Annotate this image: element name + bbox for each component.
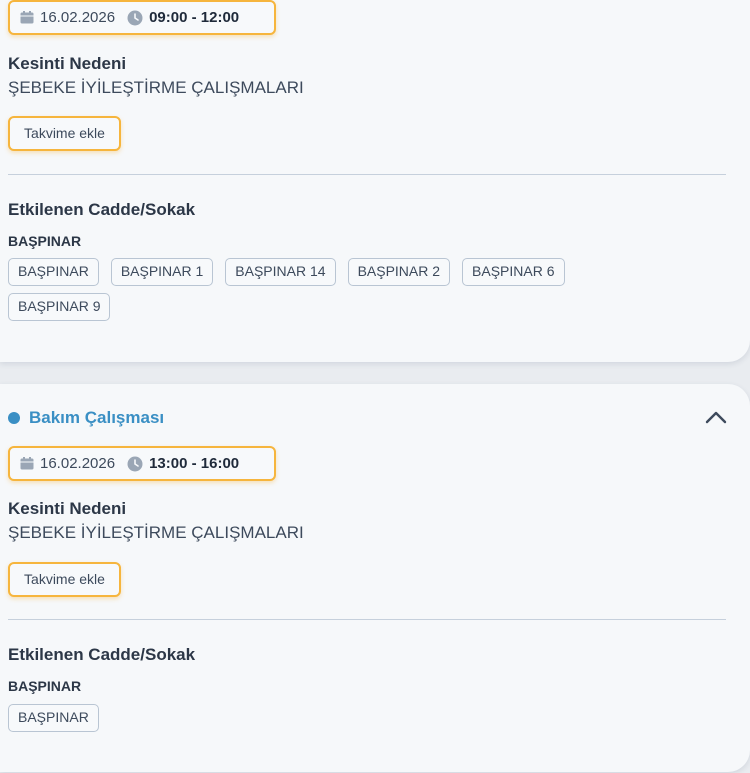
street-tag: BAŞPINAR 14 (225, 258, 336, 286)
street-tag: BAŞPINAR 6 (462, 258, 565, 286)
affected-streets-label: Etkilenen Cadde/Sokak (8, 645, 196, 664)
district-name: BAŞPINAR (8, 233, 82, 249)
street-tag: BAŞPINAR (8, 704, 99, 732)
reason-text: ŞEBEKE İYİLEŞTİRME ÇALIŞMALARI (8, 78, 304, 97)
outage-time: 09:00 - 12:00 (149, 9, 240, 26)
reason-text: ŞEBEKE İYİLEŞTİRME ÇALIŞMALARI (8, 523, 304, 542)
add-to-calendar-button[interactable]: Takvime ekle (8, 562, 121, 597)
outage-date: 16.02.2026 (40, 455, 116, 472)
add-to-calendar-button[interactable]: Takvime ekle (8, 116, 121, 151)
clock-icon (127, 456, 143, 471)
outage-date: 16.02.2026 (40, 9, 116, 26)
reason-label: Kesinti Nedeni (8, 499, 127, 518)
status-title: Bakım Çalışması (8, 408, 164, 428)
divider (8, 619, 726, 620)
street-tag: BAŞPINAR (8, 258, 99, 286)
outage-time: 13:00 - 16:00 (149, 455, 240, 472)
street-tag: BAŞPINAR 2 (347, 258, 451, 286)
district-name: BAŞPINAR (8, 678, 82, 694)
reason-label: Kesinti Nedeni (8, 54, 127, 73)
street-tags: BAŞPINAR BAŞPINAR 1 BAŞPINAR 14 BAŞPINAR… (8, 258, 648, 321)
clock-icon (127, 10, 143, 25)
calendar-icon (20, 11, 34, 24)
affected-streets-label: Etkilenen Cadde/Sokak (8, 200, 196, 219)
date-time-box: 16.02.2026 13:00 - 16:00 (8, 446, 276, 481)
outage-card-2: Bakım Çalışması 16.02.2026 13:00 - 16:00… (0, 384, 750, 772)
outage-card-1: 16.02.2026 09:00 - 12:00 Kesinti Nedeni … (0, 0, 750, 362)
street-tags: BAŞPINAR (8, 704, 648, 732)
chevron-up-icon[interactable] (704, 408, 728, 426)
street-tag: BAŞPINAR 1 (110, 258, 214, 286)
divider (8, 174, 726, 175)
status-text: Bakım Çalışması (29, 408, 165, 427)
street-tag: BAŞPINAR 9 (8, 293, 111, 321)
status-dot-icon (8, 412, 20, 424)
calendar-icon (20, 457, 34, 470)
date-time-box: 16.02.2026 09:00 - 12:00 (8, 0, 276, 35)
